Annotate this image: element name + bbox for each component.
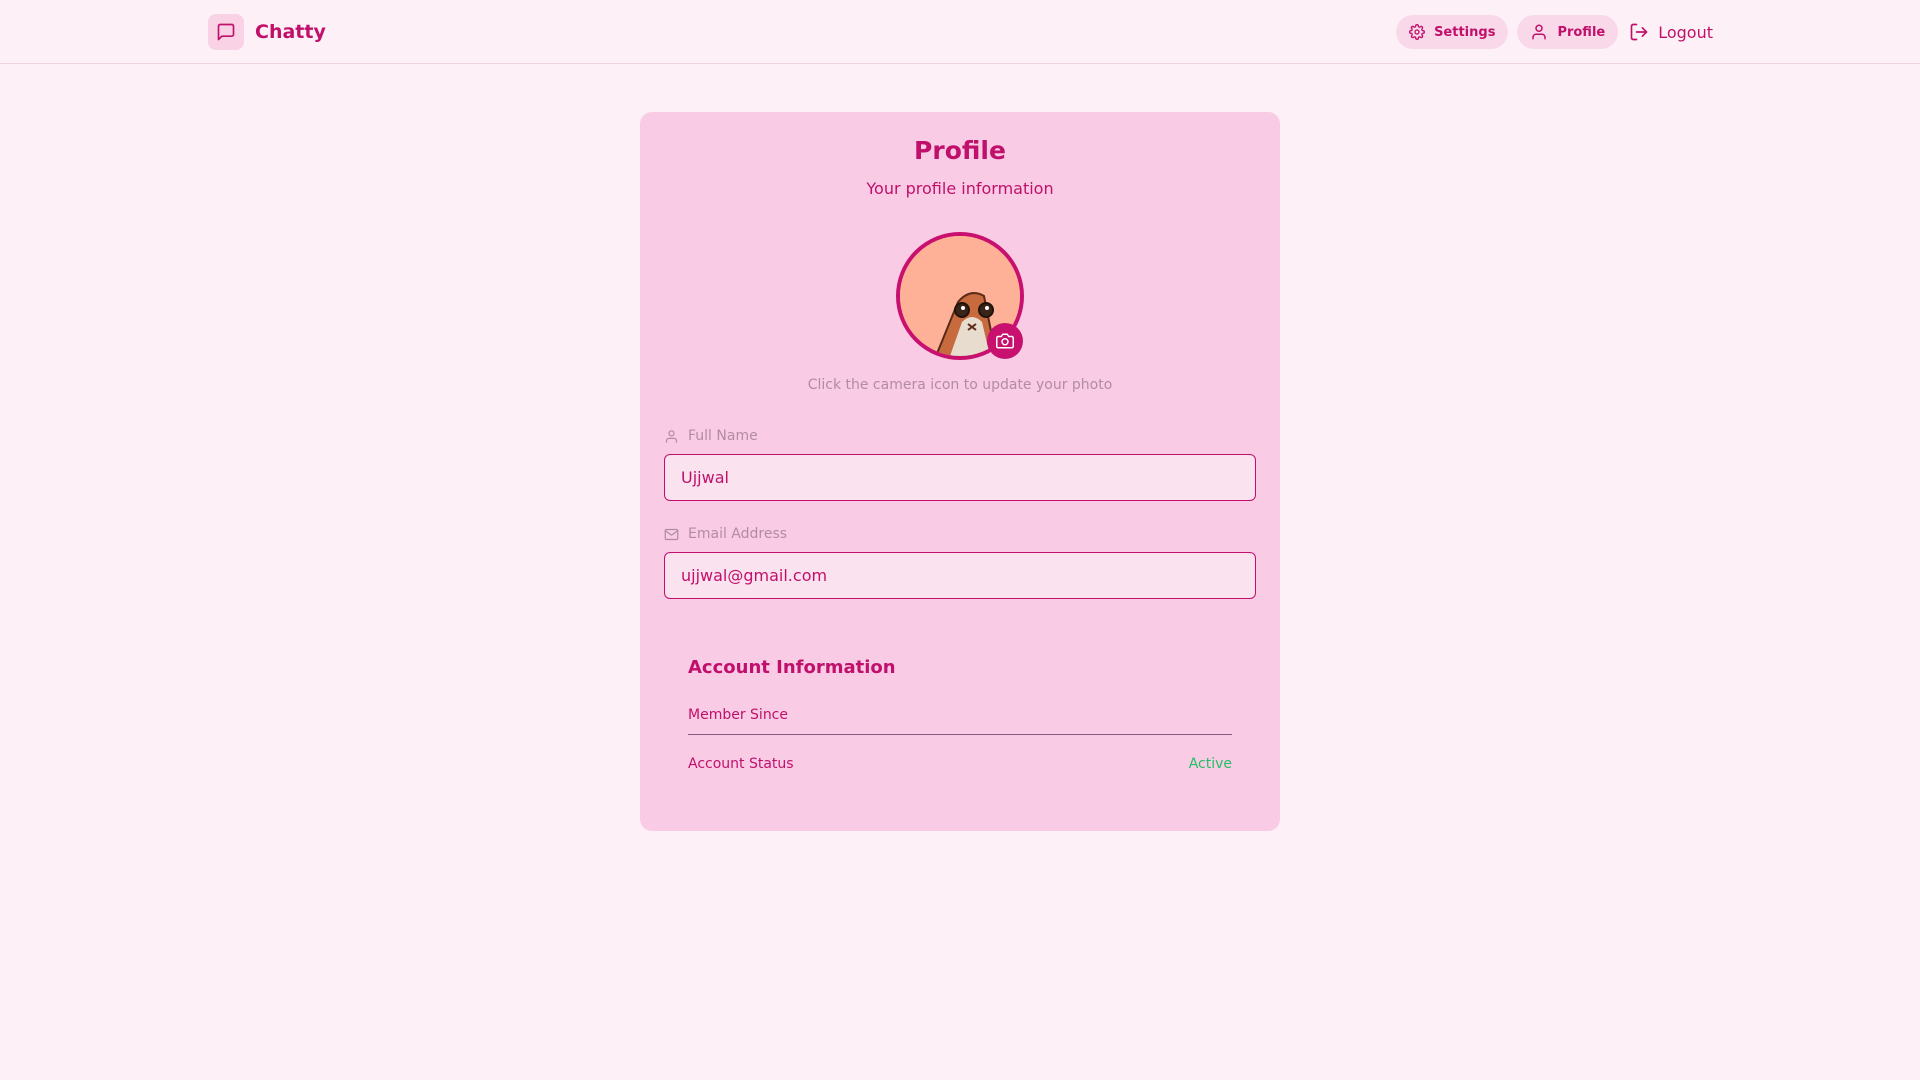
photo-hint: Click the camera icon to update your pho… xyxy=(807,377,1113,393)
user-icon xyxy=(665,429,678,443)
account-status-row: Account Status Active xyxy=(688,756,1232,772)
member-since-label: Member Since xyxy=(688,707,788,723)
member-since-row: Member Since xyxy=(688,707,1232,723)
logout-icon xyxy=(1630,23,1648,41)
account-status-value: Active xyxy=(1188,756,1232,772)
gear-icon xyxy=(1409,24,1425,40)
avatar-container xyxy=(896,232,1024,360)
chat-bubble-icon xyxy=(208,14,244,50)
camera-upload-button[interactable] xyxy=(987,323,1023,359)
mail-icon xyxy=(664,528,679,540)
full-name-field[interactable] xyxy=(664,454,1256,501)
page-title: Profile xyxy=(914,136,1006,165)
user-icon xyxy=(1532,24,1547,40)
email-label-text: Email Address xyxy=(688,526,788,542)
camera-icon xyxy=(996,333,1014,349)
brand-name: Chatty xyxy=(255,21,326,43)
top-navbar: Chatty Settings Profile Logout xyxy=(0,0,1920,64)
profile-label: Profile xyxy=(1557,24,1606,40)
full-name-label-text: Full Name xyxy=(688,428,758,444)
nav-actions: Settings Profile Logout xyxy=(1396,15,1713,49)
page-subtitle: Your profile information xyxy=(866,179,1054,198)
profile-button[interactable]: Profile xyxy=(1517,15,1619,49)
email-label: Email Address xyxy=(664,526,787,542)
divider xyxy=(688,734,1232,735)
brand-link[interactable]: Chatty xyxy=(208,14,326,50)
full-name-label: Full Name xyxy=(664,428,758,444)
settings-button[interactable]: Settings xyxy=(1396,15,1509,49)
settings-label: Settings xyxy=(1434,24,1496,40)
account-info-title: Account Information xyxy=(688,657,896,678)
email-field[interactable] xyxy=(664,552,1256,599)
logout-button[interactable]: Logout xyxy=(1627,22,1713,42)
logout-label: Logout xyxy=(1658,22,1713,42)
account-status-label: Account Status xyxy=(688,756,794,772)
